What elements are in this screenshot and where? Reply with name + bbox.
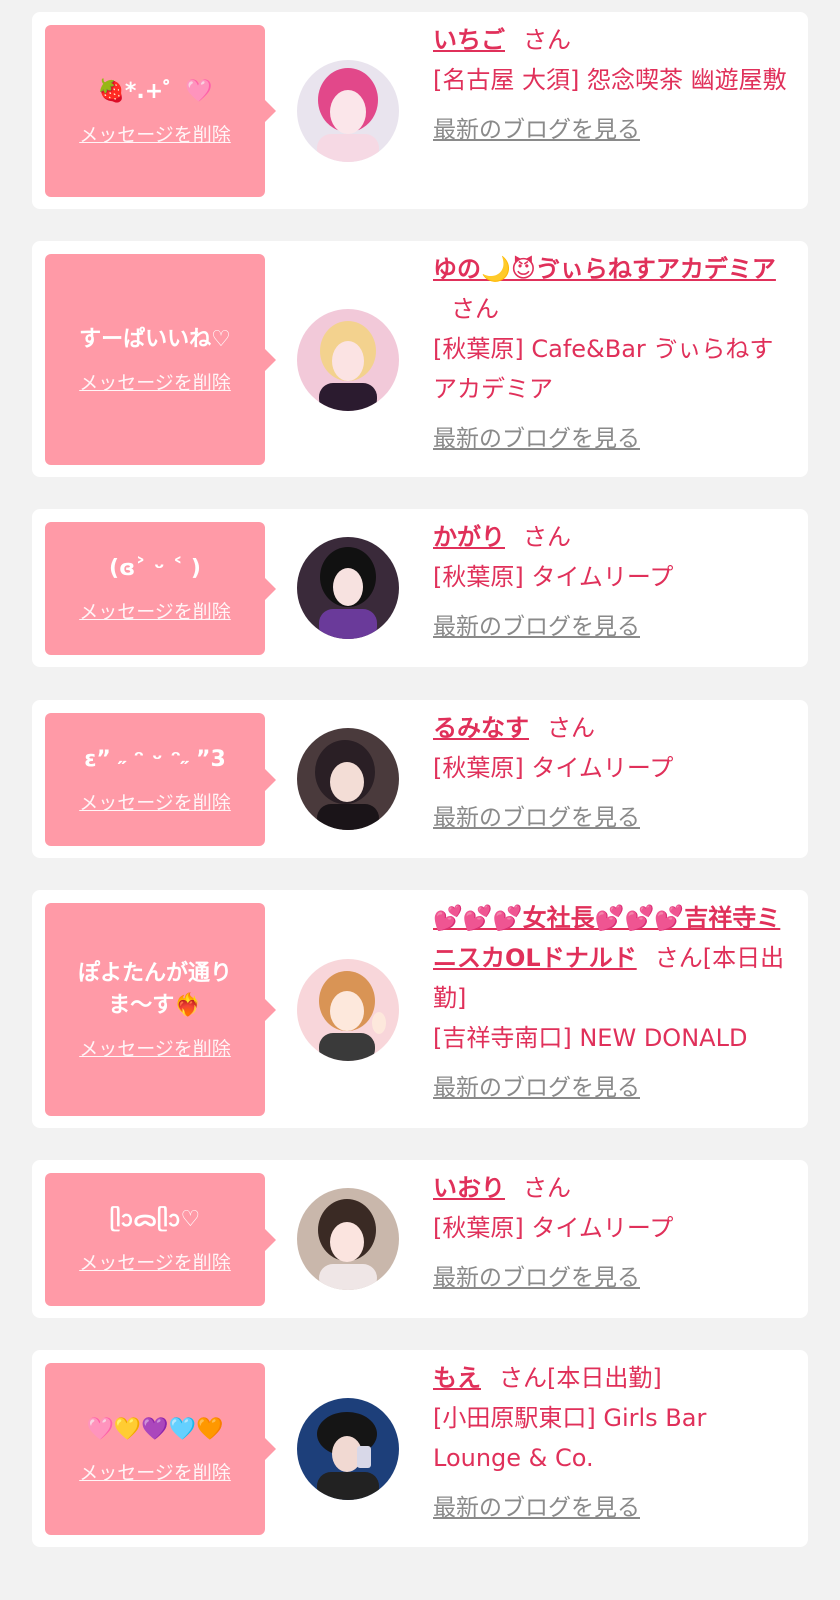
item-info: ゆの🌙😈ゔぃらねすアカデミアさん [秋葉原] Cafe&Bar ゔぃらねすアカデ…: [433, 249, 794, 459]
list-item: すーぱいいね♡ メッセージを削除 ゆの🌙😈ゔぃらねすアカデミアさん [秋葉原] …: [32, 241, 808, 477]
shop-label: [吉祥寺南口] NEW DONALD: [433, 1024, 748, 1052]
honorific: さん: [499, 1364, 547, 1392]
status-suffix: [本日出勤]: [547, 1364, 662, 1392]
honorific: さん: [523, 1174, 571, 1202]
message-text: 🍓*.+゜🩷: [97, 78, 213, 104]
message-text: ᥫᩣᯅᥫᩣ♡: [109, 1207, 201, 1232]
message-text: すーぱいいね♡: [79, 327, 231, 352]
message-text: 🩷💛💜🩵🧡: [86, 1416, 224, 1442]
shop-label: [秋葉原] Cafe&Bar ゔぃらねすアカデミア: [433, 335, 774, 403]
avatar[interactable]: [297, 1398, 399, 1500]
cast-name-link[interactable]: るみなす: [433, 714, 529, 742]
delete-message-link[interactable]: メッセージを削除: [79, 120, 231, 147]
list-item: (ɞ˃ ᵕ ˂ ) メッセージを削除 かがり さん [秋葉原] タイムリープ 最新…: [32, 509, 808, 667]
avatar[interactable]: [297, 309, 399, 411]
message-bubble: すーぱいいね♡ メッセージを削除: [45, 254, 276, 465]
list-item: ぽよたんが通りま〜す❤️‍🔥 メッセージを削除 💕💕💕女社長💕💕💕吉祥寺ミニスカ…: [32, 890, 808, 1128]
shop-label: [秋葉原] タイムリープ: [433, 754, 674, 782]
honorific: さん: [523, 523, 571, 551]
message-text: (ɞ˃ ᵕ ˂ ): [109, 556, 201, 581]
avatar[interactable]: [297, 959, 399, 1061]
shop-label: [小田原駅東口] Girls Bar Lounge & Co.: [433, 1404, 707, 1472]
list-item: ε” ˶ ᵔ ᵕ ᵔ˶ ”3 メッセージを削除 るみなす さん [秋葉原] タイム…: [32, 700, 808, 858]
avatar[interactable]: [297, 1188, 399, 1290]
message-text: ε” ˶ ᵔ ᵕ ᵔ˶ ”3: [84, 747, 226, 772]
delete-message-link[interactable]: メッセージを削除: [79, 368, 231, 395]
cast-name-link[interactable]: ゆの🌙😈ゔぃらねすアカデミア: [433, 255, 776, 283]
message-text: ぽよたんが通りま〜す❤️‍🔥: [77, 961, 232, 1018]
item-info: いおり さん [秋葉原] タイムリープ 最新のブログを見る: [433, 1168, 794, 1298]
latest-blog-link[interactable]: 最新のブログを見る: [433, 419, 640, 459]
avatar[interactable]: [297, 537, 399, 639]
cast-name-link[interactable]: かがり: [433, 523, 505, 551]
message-bubble: 🩷💛💜🩵🧡 メッセージを削除: [45, 1363, 276, 1535]
shop-label: [秋葉原] タイムリープ: [433, 563, 674, 591]
item-info: かがり さん [秋葉原] タイムリープ 最新のブログを見る: [433, 517, 794, 647]
avatar[interactable]: [297, 60, 399, 162]
message-bubble: ᥫᩣᯅᥫᩣ♡ メッセージを削除: [45, 1173, 276, 1306]
latest-blog-link[interactable]: 最新のブログを見る: [433, 1068, 640, 1108]
list-item: 🩷💛💜🩵🧡 メッセージを削除 もえ さん[本日出勤] [小田原駅東口] Girls…: [32, 1350, 808, 1547]
honorific: さん: [654, 944, 703, 972]
item-info: 💕💕💕女社長💕💕💕吉祥寺ミニスカOLドナルド さん[本日出勤] [吉祥寺南口] N…: [433, 898, 794, 1108]
message-bubble: ぽよたんが通りま〜す❤️‍🔥 メッセージを削除: [45, 903, 276, 1116]
latest-blog-link[interactable]: 最新のブログを見る: [433, 607, 640, 647]
latest-blog-link[interactable]: 最新のブログを見る: [433, 1258, 640, 1298]
cast-name-link[interactable]: いおり: [433, 1174, 505, 1202]
item-info: るみなす さん [秋葉原] タイムリープ 最新のブログを見る: [433, 708, 794, 838]
shop-label: [名古屋 大須] 怨念喫茶 幽遊屋敷: [433, 66, 787, 94]
shop-label: [秋葉原] タイムリープ: [433, 1214, 674, 1242]
delete-message-link[interactable]: メッセージを削除: [79, 1248, 231, 1275]
cast-name-link[interactable]: いちご: [433, 26, 505, 54]
delete-message-link[interactable]: メッセージを削除: [79, 788, 231, 815]
delete-message-link[interactable]: メッセージを削除: [79, 597, 231, 624]
latest-blog-link[interactable]: 最新のブログを見る: [433, 798, 640, 838]
delete-message-link[interactable]: メッセージを削除: [79, 1034, 231, 1061]
message-bubble: ε” ˶ ᵔ ᵕ ᵔ˶ ”3 メッセージを削除: [45, 713, 276, 846]
latest-blog-link[interactable]: 最新のブログを見る: [433, 110, 640, 150]
latest-blog-link[interactable]: 最新のブログを見る: [433, 1488, 640, 1528]
honorific: さん: [523, 26, 571, 54]
avatar[interactable]: [297, 728, 399, 830]
message-bubble: 🍓*.+゜🩷 メッセージを削除: [45, 25, 276, 197]
list-item: ᥫᩣᯅᥫᩣ♡ メッセージを削除 いおり さん [秋葉原] タイムリープ 最新のブロ…: [32, 1160, 808, 1318]
list-item: 🍓*.+゜🩷 メッセージを削除 いちご さん [名古屋 大須] 怨念喫茶 幽遊屋敷…: [32, 12, 808, 209]
honorific: さん: [451, 295, 499, 323]
honorific: さん: [547, 714, 595, 742]
item-info: いちご さん [名古屋 大須] 怨念喫茶 幽遊屋敷 最新のブログを見る: [433, 20, 794, 150]
delete-message-link[interactable]: メッセージを削除: [79, 1458, 231, 1485]
notification-list: 🍓*.+゜🩷 メッセージを削除 いちご さん [名古屋 大須] 怨念喫茶 幽遊屋敷…: [0, 0, 840, 1600]
cast-name-link[interactable]: もえ: [433, 1364, 481, 1392]
message-bubble: (ɞ˃ ᵕ ˂ ) メッセージを削除: [45, 522, 276, 655]
item-info: もえ さん[本日出勤] [小田原駅東口] Girls Bar Lounge & C…: [433, 1358, 794, 1528]
